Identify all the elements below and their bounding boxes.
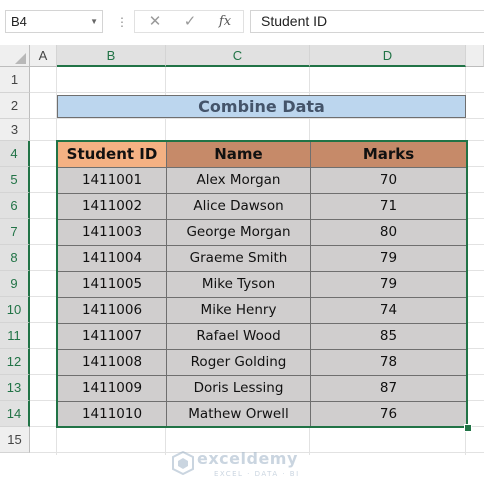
table-cell[interactable]: 1411008 (57, 349, 167, 376)
table-cell[interactable]: 1411004 (57, 245, 167, 272)
table-cell[interactable]: 76 (310, 401, 467, 428)
table-cell[interactable]: Doris Lessing (166, 375, 311, 402)
gridline-horizontal (30, 92, 484, 93)
table-cell[interactable]: 1411003 (57, 219, 167, 246)
table-cell[interactable]: 1411005 (57, 271, 167, 298)
table-cell[interactable]: Mathew Orwell (166, 401, 311, 428)
table-cell[interactable]: Roger Golding (166, 349, 311, 376)
sheet-title: Combine Data (198, 97, 325, 116)
row-header-8[interactable]: 8 (0, 245, 30, 271)
insert-function-icon[interactable]: fx (210, 11, 240, 32)
cancel-icon[interactable]: ✕ (140, 11, 170, 32)
title-cell[interactable]: Combine Data (57, 95, 466, 118)
select-all-triangle-icon (15, 53, 26, 64)
table-cell[interactable]: 1411007 (57, 323, 167, 350)
table-cell[interactable]: Alex Morgan (166, 167, 311, 194)
row-header-10[interactable]: 10 (0, 297, 30, 323)
row-header-2[interactable]: 2 (0, 93, 30, 119)
table-cell[interactable]: 1411010 (57, 401, 167, 428)
name-box[interactable]: B4 ▼ (5, 10, 103, 33)
table-cell[interactable]: Rafael Wood (166, 323, 311, 350)
table-cell[interactable]: Alice Dawson (166, 193, 311, 220)
table-header-marks[interactable]: Marks (310, 141, 467, 168)
table-cell[interactable]: Mike Henry (166, 297, 311, 324)
table-cell[interactable]: Graeme Smith (166, 245, 311, 272)
exceldemy-watermark: exceldemy EXCEL · DATA · BI (172, 449, 322, 483)
select-all-corner[interactable] (0, 45, 30, 67)
fill-handle[interactable] (464, 424, 472, 432)
table-header-name[interactable]: Name (166, 141, 311, 168)
row-header-12[interactable]: 12 (0, 349, 30, 375)
table-cell[interactable]: Mike Tyson (166, 271, 311, 298)
table-cell[interactable]: 80 (310, 219, 467, 246)
table-header-student-id[interactable]: Student ID (57, 141, 167, 168)
table-cell[interactable]: 70 (310, 167, 467, 194)
formula-input[interactable]: Student ID (250, 10, 484, 33)
row-header-1[interactable]: 1 (0, 67, 30, 93)
name-box-value: B4 (11, 14, 27, 29)
table-cell[interactable]: 79 (310, 271, 467, 298)
column-header-filler (466, 45, 484, 67)
row-header-14[interactable]: 14 (0, 401, 30, 427)
table-cell[interactable]: 1411006 (57, 297, 167, 324)
drag-handle-icon[interactable]: ⋮ (116, 12, 128, 32)
formula-buttons: ✕ ✓ fx (134, 10, 244, 33)
row-header-3[interactable]: 3 (0, 119, 30, 141)
chevron-down-icon[interactable]: ▼ (90, 11, 98, 32)
row-header-9[interactable]: 9 (0, 271, 30, 297)
table-cell[interactable]: George Morgan (166, 219, 311, 246)
watermark-name: exceldemy (197, 449, 298, 468)
row-header-7[interactable]: 7 (0, 219, 30, 245)
column-header-d[interactable]: D (310, 45, 466, 67)
table-cell[interactable]: 79 (310, 245, 467, 272)
table-cell[interactable]: 78 (310, 349, 467, 376)
table-cell[interactable]: 1411001 (57, 167, 167, 194)
table-cell[interactable]: 74 (310, 297, 467, 324)
table-cell[interactable]: 87 (310, 375, 467, 402)
row-header-15[interactable]: 15 (0, 427, 30, 453)
formula-bar: B4 ▼ ⋮ ✕ ✓ fx Student ID (0, 0, 484, 45)
worksheet-grid[interactable]: ABCD 1 2 3 4 5 6 7 8 9 10 11 12 13 14 15 Combine Data … (0, 45, 484, 478)
column-header-c[interactable]: C (166, 45, 310, 67)
row-header-11[interactable]: 11 (0, 323, 30, 349)
table-cell[interactable]: 85 (310, 323, 467, 350)
row-header-4[interactable]: 4 (0, 141, 30, 167)
column-header-a[interactable]: A (30, 45, 57, 67)
row-header-13[interactable]: 13 (0, 375, 30, 401)
gridline-horizontal (30, 118, 484, 119)
table-cell[interactable]: 1411002 (57, 193, 167, 220)
table-cell[interactable]: 1411009 (57, 375, 167, 402)
row-header-5[interactable]: 5 (0, 167, 30, 193)
enter-icon[interactable]: ✓ (175, 11, 205, 32)
table-cell[interactable]: 71 (310, 193, 467, 220)
column-header-b[interactable]: B (57, 45, 166, 67)
watermark-tagline: EXCEL · DATA · BI (214, 470, 300, 478)
row-header-6[interactable]: 6 (0, 193, 30, 219)
